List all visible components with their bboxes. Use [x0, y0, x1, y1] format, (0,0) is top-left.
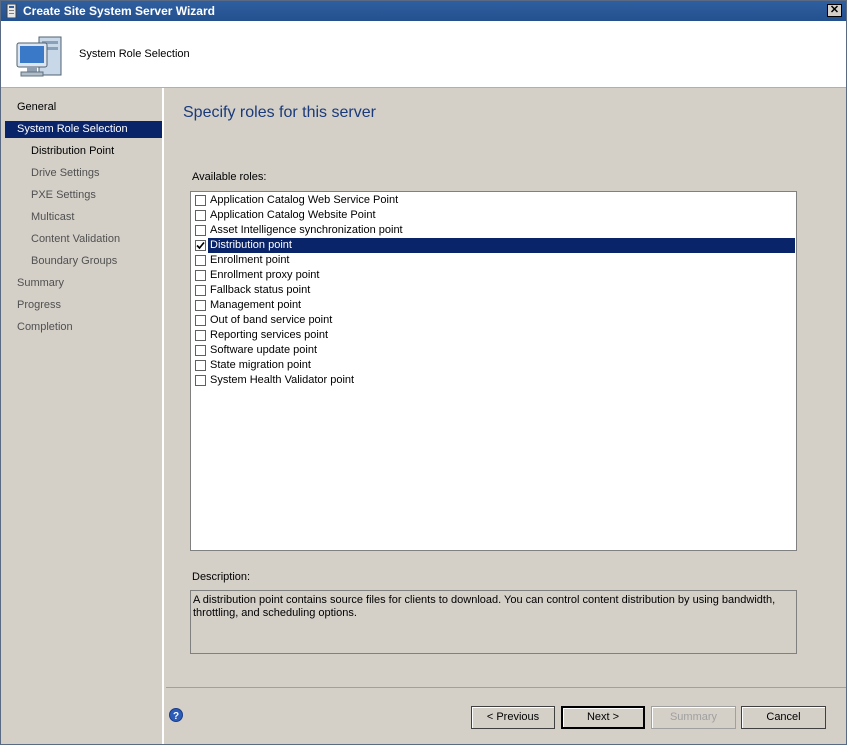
page-title: Specify roles for this server [183, 104, 376, 121]
wizard-header: System Role Selection [1, 21, 846, 88]
role-checkbox[interactable] [195, 345, 206, 356]
sidebar-item-completion[interactable]: Completion [5, 319, 162, 336]
role-item[interactable]: Fallback status point [192, 283, 795, 298]
description-text: A distribution point contains source fil… [190, 590, 797, 654]
role-item[interactable]: Application Catalog Web Service Point [192, 193, 795, 208]
svg-text:?: ? [173, 711, 179, 722]
close-button[interactable]: ✕ [827, 4, 842, 17]
role-checkbox[interactable] [195, 270, 206, 281]
role-label: Distribution point [208, 238, 795, 253]
role-checkbox[interactable] [195, 375, 206, 386]
role-checkbox[interactable] [195, 360, 206, 371]
wizard-window: Create Site System Server Wizard ✕ Syste… [0, 0, 847, 745]
wizard-sidebar: General System Role Selection Distributi… [1, 88, 164, 744]
sidebar-item-pxe-settings[interactable]: PXE Settings [5, 187, 162, 204]
role-checkbox[interactable] [195, 300, 206, 311]
role-label: Out of band service point [210, 314, 333, 326]
help-icon[interactable]: ? [169, 708, 183, 722]
role-label: System Health Validator point [210, 374, 355, 386]
computer-icon [16, 36, 62, 77]
role-item[interactable]: Out of band service point [192, 313, 795, 328]
app-icon [6, 4, 17, 18]
role-item[interactable]: Software update point [192, 343, 795, 358]
role-item[interactable]: State migration point [192, 358, 795, 373]
description-label: Description: [192, 571, 251, 583]
footer-divider [166, 687, 846, 688]
role-label: Enrollment point [210, 254, 290, 266]
sidebar-item-distribution-point[interactable]: Distribution Point [5, 143, 162, 160]
sidebar-item-general[interactable]: General [5, 99, 162, 116]
header-page-name: System Role Selection [79, 48, 190, 60]
sidebar-item-system-role-selection[interactable]: System Role Selection [5, 121, 162, 138]
role-label: Software update point [210, 344, 318, 356]
sidebar-item-multicast[interactable]: Multicast [5, 209, 162, 226]
role-item[interactable]: Enrollment point [192, 253, 795, 268]
roles-list[interactable]: Application Catalog Web Service Point Ap… [190, 191, 797, 551]
role-checkbox[interactable] [195, 210, 206, 221]
role-label: Reporting services point [210, 329, 329, 341]
role-label: Asset Intelligence synchronization point [210, 224, 403, 236]
role-checkbox[interactable] [195, 330, 206, 341]
role-item[interactable]: Reporting services point [192, 328, 795, 343]
role-item[interactable]: Management point [192, 298, 795, 313]
sidebar-item-boundary-groups[interactable]: Boundary Groups [5, 253, 162, 270]
role-checkbox-checked[interactable] [195, 240, 206, 251]
window-title: Create Site System Server Wizard [23, 4, 215, 18]
role-checkbox[interactable] [195, 195, 206, 206]
available-roles-label: Available roles: [192, 171, 267, 183]
title-bar[interactable]: Create Site System Server Wizard ✕ [1, 1, 846, 21]
next-button[interactable]: Next > [561, 706, 645, 729]
role-label: Management point [210, 299, 302, 311]
sidebar-item-content-validation[interactable]: Content Validation [5, 231, 162, 248]
role-checkbox[interactable] [195, 285, 206, 296]
role-item[interactable]: Asset Intelligence synchronization point [192, 223, 795, 238]
previous-button[interactable]: < Previous [471, 706, 555, 729]
role-checkbox[interactable] [195, 225, 206, 236]
role-label: Application Catalog Website Point [210, 209, 376, 221]
role-item-selected[interactable]: Distribution point [192, 238, 795, 253]
role-checkbox[interactable] [195, 255, 206, 266]
role-label: Enrollment proxy point [210, 269, 320, 281]
cancel-button[interactable]: Cancel [741, 706, 826, 729]
summary-button[interactable]: Summary [651, 706, 736, 729]
role-checkbox[interactable] [195, 315, 206, 326]
role-label: Fallback status point [210, 284, 311, 296]
sidebar-item-summary[interactable]: Summary [5, 275, 162, 292]
role-item[interactable]: Enrollment proxy point [192, 268, 795, 283]
sidebar-item-drive-settings[interactable]: Drive Settings [5, 165, 162, 182]
role-label: Application Catalog Web Service Point [210, 194, 399, 206]
checkmark-icon [196, 241, 205, 250]
role-item[interactable]: System Health Validator point [192, 373, 795, 388]
sidebar-item-progress[interactable]: Progress [5, 297, 162, 314]
role-item[interactable]: Application Catalog Website Point [192, 208, 795, 223]
role-label: State migration point [210, 359, 311, 371]
